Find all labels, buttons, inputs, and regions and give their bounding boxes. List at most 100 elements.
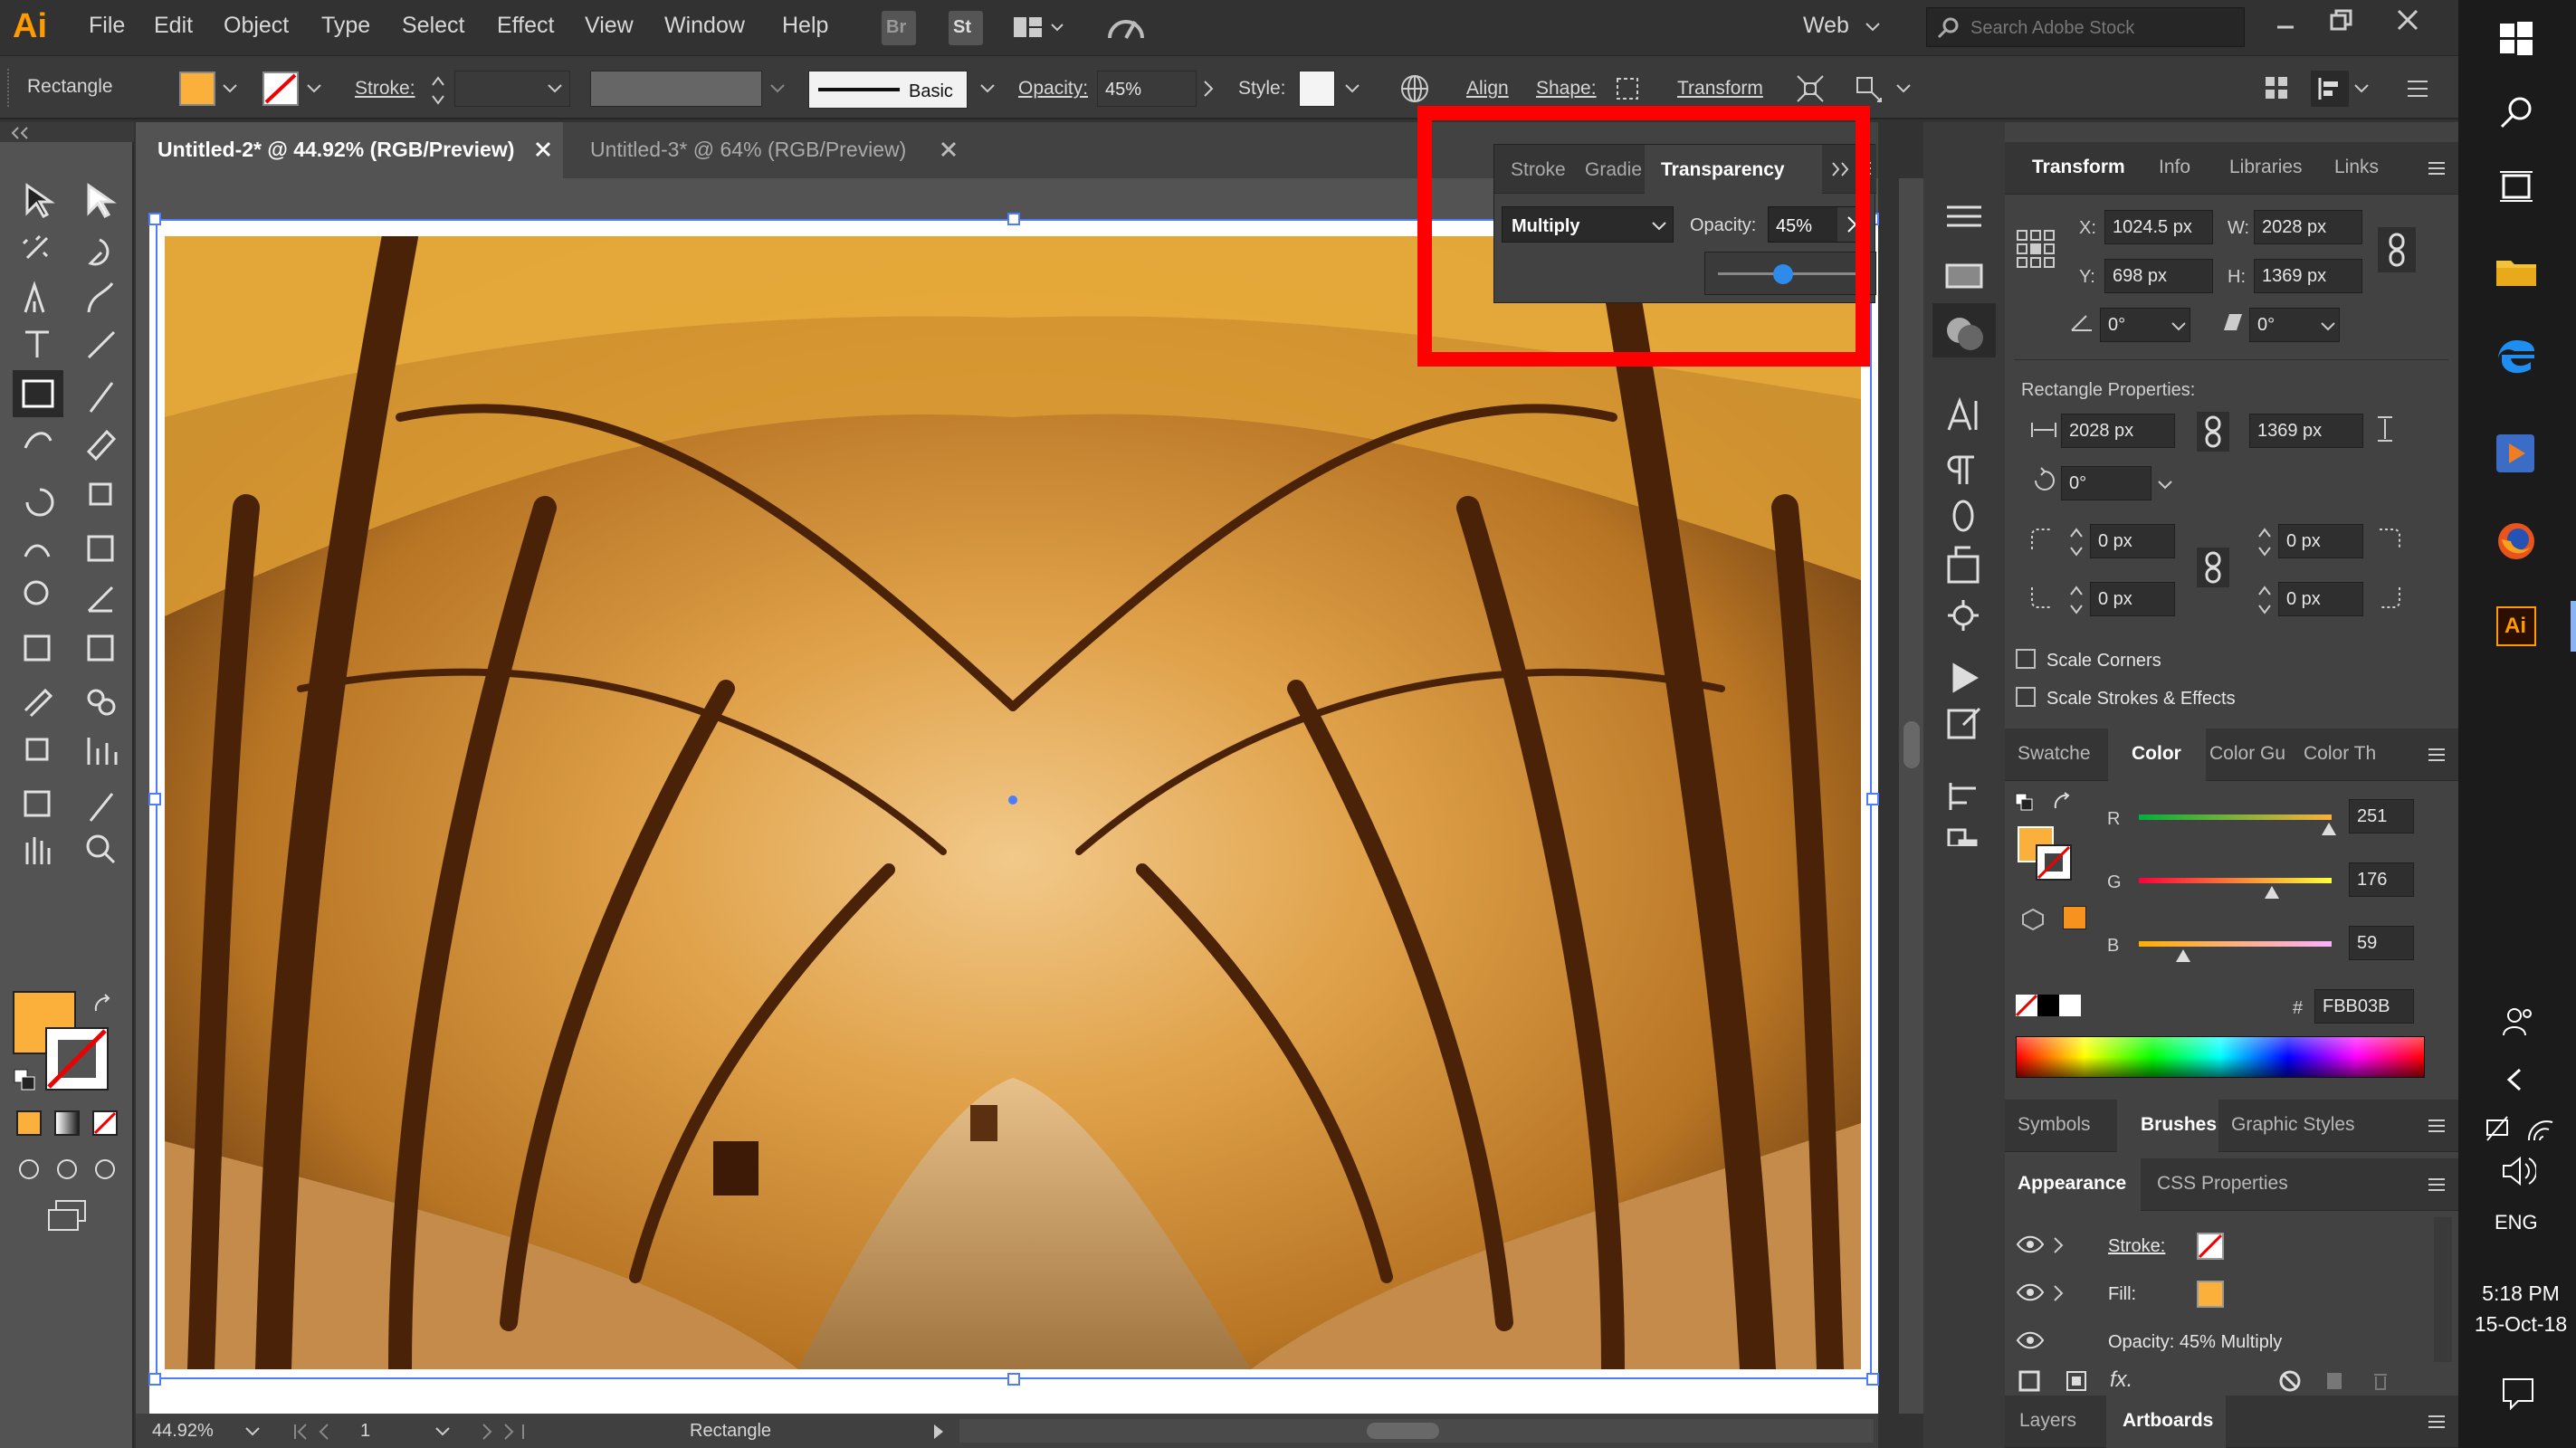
appearance-row-stroke[interactable]: Stroke: xyxy=(2005,1224,2430,1267)
volume-icon[interactable] xyxy=(2500,1155,2536,1187)
rect-width-field[interactable]: 2028 px xyxy=(2061,414,2175,448)
status-menu-arrow-icon[interactable] xyxy=(932,1423,945,1441)
rect-rotate-dropdown-icon[interactable] xyxy=(2157,480,2173,491)
expand-chevron-icon[interactable] xyxy=(2052,1236,2065,1254)
style-dropdown-icon[interactable] xyxy=(1344,83,1360,94)
input-language[interactable]: ENG xyxy=(2495,1211,2538,1234)
tab-css-properties[interactable]: CSS Properties xyxy=(2157,1173,2288,1195)
task-view-icon[interactable] xyxy=(2498,168,2534,205)
color-swap-icon[interactable] xyxy=(2052,792,2075,815)
rotate-dropdown-icon[interactable] xyxy=(2171,321,2187,332)
menu-help[interactable]: Help xyxy=(782,13,828,39)
clock-date[interactable]: 15-Oct-18 xyxy=(2471,1312,2571,1337)
reference-point-icon[interactable] xyxy=(2016,229,2056,269)
tab-graphic-styles[interactable]: Graphic Styles xyxy=(2231,1114,2355,1136)
align-label[interactable]: Align xyxy=(1466,78,1509,100)
canvas-area[interactable]: Stroke Gradie Transparency Multiply Opac… xyxy=(136,106,1924,1414)
brush-definition[interactable]: Basic xyxy=(808,71,968,109)
tab-untitled-2[interactable]: Untitled-2* @ 44.92% (RGB/Preview) xyxy=(136,122,563,178)
g-slider-track[interactable] xyxy=(2139,878,2332,883)
black-swatch[interactable] xyxy=(2037,995,2059,1016)
gpu-performance-icon[interactable] xyxy=(1104,11,1148,45)
illustrator-taskbar-icon[interactable]: Ai xyxy=(2496,606,2536,646)
white-swatch[interactable] xyxy=(2059,995,2081,1016)
menu-file[interactable]: File xyxy=(89,13,125,39)
color-stroke-box[interactable] xyxy=(2036,844,2072,881)
corner-bl-stepper[interactable] xyxy=(2068,582,2085,618)
scroll-thumb[interactable] xyxy=(1367,1423,1439,1439)
zoom-level[interactable]: 44.92% xyxy=(152,1421,214,1442)
default-colors-icon[interactable] xyxy=(13,1068,40,1095)
search-input[interactable]: Search Adobe Stock xyxy=(1970,18,2134,39)
eye-icon[interactable] xyxy=(2016,1234,2045,1254)
duplicate-item-icon[interactable] xyxy=(2323,1369,2347,1393)
shear-dropdown-icon[interactable] xyxy=(2320,321,2336,332)
clear-appearance-icon[interactable] xyxy=(2278,1369,2302,1393)
b-slider-thumb[interactable] xyxy=(2174,948,2192,964)
out-of-gamut-icon[interactable] xyxy=(2021,908,2045,931)
bridge-button[interactable]: Br xyxy=(882,11,916,45)
tab-appearance[interactable]: Appearance xyxy=(2005,1158,2141,1211)
corner-bl-field[interactable]: 0 px xyxy=(2090,582,2175,616)
artboard-number[interactable]: 1 xyxy=(360,1421,370,1442)
handle-tl[interactable] xyxy=(148,213,161,225)
stroke-dropdown-icon[interactable] xyxy=(306,83,322,94)
expand-chevron-icon[interactable] xyxy=(2052,1284,2065,1302)
scroll-thumb[interactable] xyxy=(1903,721,1920,768)
transform-label[interactable]: Transform xyxy=(1677,78,1763,100)
zoom-dropdown-icon[interactable] xyxy=(244,1426,261,1437)
appearance-row-opacity[interactable]: Opacity: 45% Multiply xyxy=(2005,1319,2430,1363)
vertical-scrollbar[interactable] xyxy=(1899,178,1924,1414)
menu-object[interactable]: Object xyxy=(224,13,289,39)
b-slider-track[interactable] xyxy=(2139,941,2332,947)
add-stroke-icon[interactable] xyxy=(2018,1369,2041,1393)
transform-bounds-icon[interactable] xyxy=(1794,72,1827,105)
none-swatch[interactable] xyxy=(2016,995,2037,1016)
tab-layers[interactable]: Layers xyxy=(2019,1410,2076,1432)
alignment-icon[interactable] xyxy=(2311,71,2349,107)
shape-icon[interactable] xyxy=(1613,74,1642,103)
media-player-icon[interactable] xyxy=(2496,434,2534,472)
firefox-icon[interactable] xyxy=(2495,519,2538,563)
scale-corners-checkbox[interactable] xyxy=(2016,649,2036,669)
add-effect-icon[interactable]: fx. xyxy=(2110,1367,2132,1393)
corner-link-icon[interactable] xyxy=(2197,548,2229,587)
workspace-switcher[interactable]: Web xyxy=(1803,13,1849,39)
isolate-icon[interactable] xyxy=(1852,72,1884,105)
scale-strokes-checkbox[interactable] xyxy=(2016,687,2036,707)
people-icon[interactable] xyxy=(2502,1005,2534,1037)
tab-color[interactable]: Color xyxy=(2108,729,2206,781)
tab-untitled-3[interactable]: Untitled-3* @ 64% (RGB/Preview) xyxy=(570,122,968,178)
opacity-input[interactable]: 45% xyxy=(1097,71,1197,107)
stroke-weight-dropdown-icon[interactable] xyxy=(547,83,563,94)
r-slider-thumb[interactable] xyxy=(2320,821,2338,837)
appearance-scrollbar[interactable] xyxy=(2434,1217,2452,1362)
opacity-label[interactable]: Opacity: xyxy=(1018,78,1088,100)
handle-bc[interactable] xyxy=(1007,1373,1020,1386)
constrain-proportions-icon[interactable] xyxy=(2378,227,2416,272)
minimize-icon[interactable] xyxy=(2272,9,2299,36)
corner-br-field[interactable]: 0 px xyxy=(2278,582,2363,616)
g-field[interactable]: 176 xyxy=(2349,862,2414,897)
app-logo[interactable]: Ai xyxy=(13,7,47,46)
shape-label[interactable]: Shape: xyxy=(1536,78,1597,100)
stroke-label[interactable]: Stroke: xyxy=(355,78,415,100)
handle-br[interactable] xyxy=(1866,1373,1879,1386)
menu-select[interactable]: Select xyxy=(402,13,464,39)
handle-tc[interactable] xyxy=(1007,213,1020,225)
tab-links[interactable]: Links xyxy=(2334,157,2379,178)
appearance-stroke-swatch[interactable] xyxy=(2197,1233,2224,1260)
stroke-color-box[interactable] xyxy=(45,1027,109,1091)
horizontal-scrollbar[interactable] xyxy=(959,1419,1874,1443)
h-field[interactable]: 1369 px xyxy=(2254,259,2362,293)
menu-window[interactable]: Window xyxy=(664,13,745,39)
fill-dropdown-icon[interactable] xyxy=(222,83,238,94)
opacity-expand-icon[interactable] xyxy=(1202,80,1215,98)
tab-color-guide[interactable]: Color Gu xyxy=(2209,743,2285,765)
restore-icon[interactable] xyxy=(2328,7,2355,34)
panel-menu-icon[interactable] xyxy=(2427,747,2447,763)
clock-time[interactable]: 5:18 PM xyxy=(2480,1281,2562,1306)
appearance-row-fill[interactable]: Fill: xyxy=(2005,1272,2430,1315)
stock-search-box[interactable]: Search Adobe Stock xyxy=(1926,7,2245,47)
corner-tl-stepper[interactable] xyxy=(2068,524,2085,560)
